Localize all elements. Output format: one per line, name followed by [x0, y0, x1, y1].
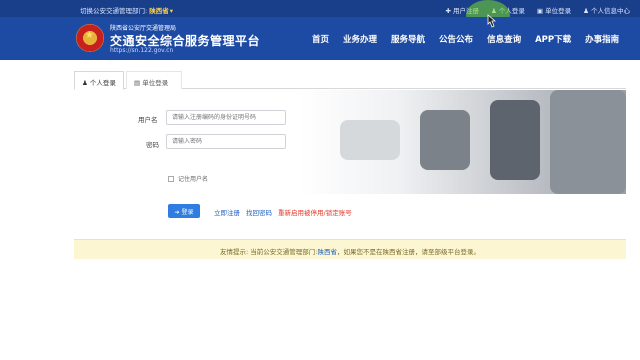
nav-app[interactable]: APP下载 — [535, 33, 571, 45]
police-emblem-icon: ★ — [76, 24, 104, 52]
building-icon: ▤ — [134, 79, 141, 87]
login-links: 立即注册 找回密码 重新启用被停用/锁定账号 — [214, 207, 352, 217]
nav-service[interactable]: 服务导航 — [391, 33, 425, 45]
unit-login-link[interactable]: ▣ 单位登录 — [537, 5, 571, 15]
nav-business[interactable]: 业务办理 — [343, 33, 377, 45]
tab-personal-login[interactable]: ♟ 个人登录 — [74, 71, 124, 90]
nav-notice[interactable]: 公告公布 — [439, 33, 473, 45]
header-url: https://sn.122.gov.cn — [110, 47, 174, 54]
department-switch-label: 切换公安交通管理部门: — [80, 7, 148, 15]
department-switcher[interactable]: 切换公安交通管理部门: 陕西省▾ — [80, 5, 173, 15]
notice-province[interactable]: 陕西省 — [317, 248, 337, 256]
remember-label: 记住用户名 — [178, 176, 209, 183]
tab-unit-login[interactable]: ▤ 单位登录 — [126, 71, 182, 89]
notice-prefix: 友情提示: 当前公安交通管理部门: — [220, 248, 318, 256]
traffic-background-image — [300, 90, 626, 194]
password-input[interactable] — [166, 134, 286, 149]
notice-suffix: ，如果您不是在陕西省注册，请至部级平台登录。 — [336, 248, 480, 256]
remember-checkbox[interactable] — [168, 175, 174, 182]
site-header: ★ 陕西省公安厅交通管理局 交通安全综合服务管理平台 https://sn.12… — [0, 17, 640, 60]
nav-home[interactable]: 首页 — [312, 33, 329, 45]
login-button[interactable]: ➔ 登录 — [168, 204, 200, 218]
register-now-link[interactable]: 立即注册 — [214, 207, 240, 217]
mouse-cursor-icon — [486, 13, 497, 28]
forgot-password-link[interactable]: 找回密码 — [246, 207, 272, 217]
user-icon: ♟ — [82, 79, 88, 87]
nav-query[interactable]: 信息查询 — [487, 33, 521, 45]
password-label: 密码 — [146, 141, 159, 149]
top-utility-bar: 切换公安交通管理部门:陕西省▾ ✚ 用户注册 ♟ 个人登录 ▣ 单位登录 ♟ 个… — [0, 0, 640, 17]
current-province[interactable]: 陕西省 — [149, 7, 169, 15]
chevron-down-icon[interactable]: ▾ — [170, 7, 173, 15]
notice-banner: 友情提示: 当前公安交通管理部门:陕西省，如果您不是在陕西省注册，请至部级平台登… — [74, 239, 626, 259]
login-arrow-icon: ➔ — [174, 209, 180, 216]
remember-username[interactable]: 记住用户名 — [168, 174, 208, 183]
main-nav: 首页 业务办理 服务导航 公告公布 信息查询 APP下载 办事指南 — [312, 33, 633, 45]
nav-guide[interactable]: 办事指南 — [585, 33, 619, 45]
username-input[interactable] — [166, 110, 286, 125]
username-label: 用户名 — [138, 116, 158, 124]
personal-center-link[interactable]: ♟ 个人信息中心 — [583, 5, 630, 15]
reactivate-account-link[interactable]: 重新启用被停用/锁定账号 — [278, 207, 352, 217]
header-subtitle: 陕西省公安厅交通管理局 — [110, 25, 177, 32]
login-tabs: ♟ 个人登录 ▤ 单位登录 — [74, 71, 626, 90]
